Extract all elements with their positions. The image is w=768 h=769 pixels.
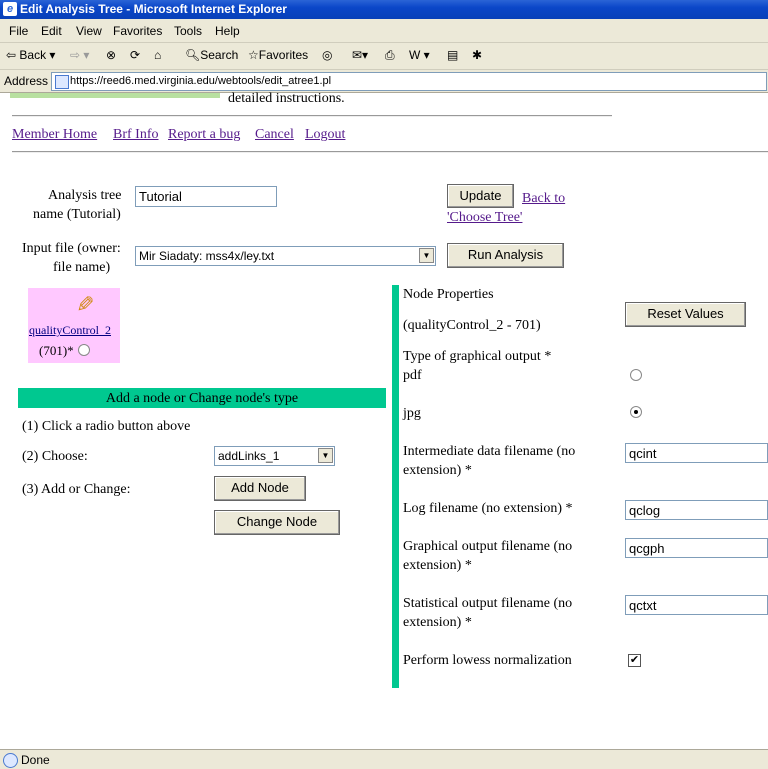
ie-logo-icon: e	[3, 2, 17, 16]
pencil-icon[interactable]: ✎	[76, 292, 94, 318]
page-icon	[55, 75, 69, 89]
refresh-icon[interactable]: ⟳	[130, 48, 140, 62]
back-to-choose-tree-link[interactable]: Back to	[522, 191, 565, 207]
input-file-select[interactable]: Mir Siadaty: mss4x/ley.txt ▼	[135, 246, 436, 266]
mail-icon[interactable]: ✉▾	[352, 48, 368, 62]
back-to-choose-tree-link-2[interactable]: 'Choose Tree'	[447, 210, 522, 226]
menu-view[interactable]: View	[76, 24, 102, 38]
favorites-label: Favorites	[258, 48, 309, 62]
search-button[interactable]: 🔍︎Search	[185, 48, 238, 62]
toolbar: ⇦ Back ▾ ⇨ ▾ ⊗ ⟳ ⌂ 🔍︎Search ☆Favorites ◎…	[0, 43, 768, 70]
node-radio[interactable]	[78, 344, 90, 356]
ie-status-icon	[3, 753, 18, 768]
menu-edit[interactable]: Edit	[41, 24, 62, 38]
media-icon[interactable]: ◎	[322, 48, 332, 62]
add-node-header: Add a node or Change node's type	[18, 388, 386, 408]
search-icon: 🔍︎	[185, 48, 201, 62]
node-type-select[interactable]: addLinks_1 ▼	[214, 446, 335, 466]
home-icon[interactable]: ⌂	[154, 48, 161, 62]
edit-icon[interactable]: W ▾	[409, 48, 430, 62]
tree-name-label-2: name (Tutorial)	[33, 207, 121, 222]
statistical-filename-label: Statistical output filename (no	[403, 596, 573, 611]
nav-brf-info[interactable]: Brf Info	[113, 127, 159, 143]
add-node-header-text: Add a node or Change node's type	[105, 391, 299, 406]
stop-icon[interactable]: ⊗	[106, 48, 116, 62]
log-filename-label: Log filename (no extension) *	[403, 501, 573, 516]
properties-divider	[392, 285, 399, 688]
step1-text: (1) Click a radio button above	[22, 419, 191, 434]
instructions-fragment: detailed instructions.	[228, 91, 345, 106]
menu-favorites[interactable]: Favorites	[113, 24, 162, 38]
address-input[interactable]: https://reed6.med.virginia.edu/webtools/…	[51, 72, 767, 91]
graphical-filename-label: Graphical output filename (no	[403, 539, 573, 554]
change-node-button[interactable]: Change Node	[214, 510, 340, 535]
divider-top	[12, 115, 612, 117]
pdf-radio[interactable]	[630, 369, 642, 381]
lowess-checkbox[interactable]: ✔	[628, 654, 641, 667]
statistical-filename-input[interactable]	[625, 595, 768, 615]
nav-cancel[interactable]: Cancel	[255, 127, 294, 143]
menu-bar: File Edit View Favorites Tools Help	[0, 19, 768, 43]
menu-file[interactable]: File	[9, 24, 28, 38]
properties-subtitle: (qualityControl_2 - 701)	[403, 318, 541, 333]
address-bar: Address https://reed6.med.virginia.edu/w…	[0, 70, 768, 93]
nav-report-bug[interactable]: Report a bug	[168, 127, 240, 143]
tree-name-input[interactable]	[135, 186, 277, 207]
update-button[interactable]: Update	[447, 184, 514, 208]
banner-fragment	[10, 93, 220, 98]
nav-logout[interactable]: Logout	[305, 127, 345, 143]
input-file-label: Input file (owner:	[22, 241, 121, 256]
intermediate-filename-input[interactable]	[625, 443, 768, 463]
tree-node: ✎ qualityControl_2 (701)*	[28, 288, 120, 363]
input-file-label-2: file name)	[53, 260, 111, 275]
pdf-label: pdf	[403, 368, 422, 383]
address-label: Address	[4, 74, 49, 88]
step3-text: (3) Add or Change:	[22, 482, 131, 497]
star-icon: ☆	[248, 48, 259, 62]
status-bar: Done	[0, 749, 768, 769]
properties-title: Node Properties	[403, 287, 494, 302]
lowess-label: Perform lowess normalization	[403, 653, 572, 668]
status-text: Done	[21, 753, 50, 767]
window-title: Edit Analysis Tree - Microsoft Internet …	[20, 2, 287, 16]
graphical-filename-input[interactable]	[625, 538, 768, 558]
input-file-selected: Mir Siadaty: mss4x/ley.txt	[139, 249, 275, 263]
back-arrow-icon: ⇦	[6, 48, 17, 62]
chevron-down-icon: ▼	[419, 248, 434, 263]
jpg-label: jpg	[403, 406, 421, 421]
node-type-selected: addLinks_1	[218, 449, 280, 463]
graphical-filename-label-2: extension) *	[403, 558, 472, 573]
nav-member-home[interactable]: Member Home	[12, 127, 97, 143]
favorites-button[interactable]: ☆Favorites	[248, 48, 308, 62]
chevron-down-icon: ▼	[318, 448, 333, 463]
window-title-bar: e Edit Analysis Tree - Microsoft Interne…	[0, 0, 768, 19]
step2-text: (2) Choose:	[22, 449, 88, 464]
back-label: Back	[19, 48, 47, 62]
log-filename-input[interactable]	[625, 500, 768, 520]
menu-help[interactable]: Help	[215, 24, 240, 38]
print-icon[interactable]: ⎙	[385, 48, 395, 63]
output-type-label: Type of graphical output *	[403, 349, 552, 364]
forward-button[interactable]: ⇨ ▾	[70, 48, 89, 62]
menu-tools[interactable]: Tools	[174, 24, 202, 38]
add-node-button[interactable]: Add Node	[214, 476, 306, 501]
discuss-icon[interactable]: ▤	[447, 48, 458, 62]
node-link[interactable]: qualityControl_2	[29, 323, 111, 338]
address-url: https://reed6.med.virginia.edu/webtools/…	[70, 75, 332, 87]
tree-name-label: Analysis tree	[48, 188, 122, 203]
messenger-icon[interactable]: ✱	[472, 48, 482, 62]
search-label: Search	[200, 48, 239, 62]
reset-values-button[interactable]: Reset Values	[625, 302, 746, 327]
intermediate-label: Intermediate data filename (no	[403, 444, 576, 459]
statistical-filename-label-2: extension) *	[403, 615, 472, 630]
intermediate-label-2: extension) *	[403, 463, 472, 478]
back-button[interactable]: ⇦ Back ▾	[6, 48, 55, 62]
jpg-radio[interactable]	[630, 406, 642, 418]
run-analysis-button[interactable]: Run Analysis	[447, 243, 564, 268]
divider-nav	[12, 151, 768, 153]
node-id: (701)*	[39, 343, 74, 358]
